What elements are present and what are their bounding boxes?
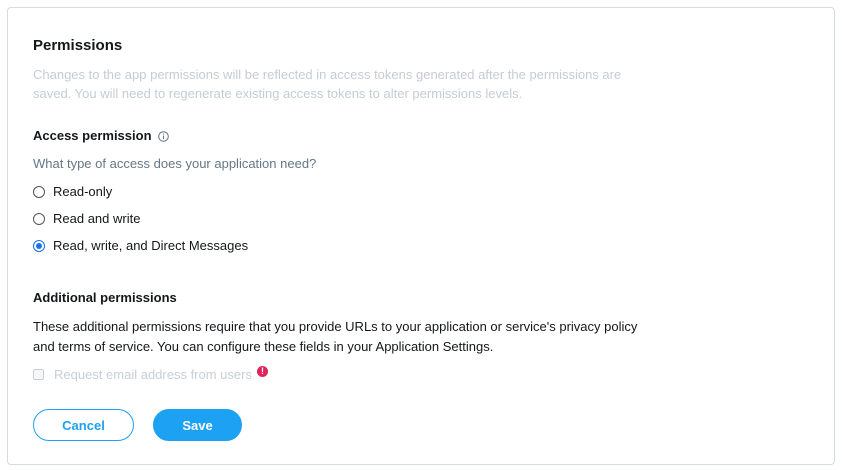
permissions-title: Permissions [33, 37, 123, 54]
radio-button[interactable] [33, 212, 45, 225]
permissions-description: Changes to the app permissions will be r… [33, 67, 622, 101]
radio-read-write[interactable]: Read and write [33, 211, 140, 226]
info-circle-icon[interactable] [157, 130, 169, 142]
radio-read-only[interactable]: Read-only [33, 184, 112, 199]
warning-icon[interactable]: ! [256, 366, 268, 377]
email-permission-checkbox[interactable] [33, 369, 44, 380]
access-permission-title: Access permission [33, 128, 152, 143]
additional-permissions-description: These additional permissions require tha… [33, 319, 638, 354]
email-permission-row: Request email address from users ! [33, 366, 268, 382]
access-permission-heading: Access permission [33, 128, 169, 143]
additional-permissions-title: Additional permissions [33, 290, 177, 305]
radio-label: Read and write [53, 211, 141, 226]
access-question: What type of access does your applicatio… [33, 156, 317, 171]
permissions-card: Permissions Changes to the app permissio… [7, 7, 835, 465]
radio-button-selected[interactable] [33, 239, 45, 252]
radio-button[interactable] [33, 185, 45, 198]
cancel-button[interactable]: Cancel [33, 409, 134, 441]
radio-read-write-dm[interactable]: Read, write, and Direct Messages [33, 238, 248, 253]
save-button[interactable]: Save [153, 409, 242, 441]
email-permission-label: Request email address from users [54, 367, 252, 382]
radio-label: Read, write, and Direct Messages [53, 238, 249, 253]
radio-label: Read-only [53, 184, 113, 199]
